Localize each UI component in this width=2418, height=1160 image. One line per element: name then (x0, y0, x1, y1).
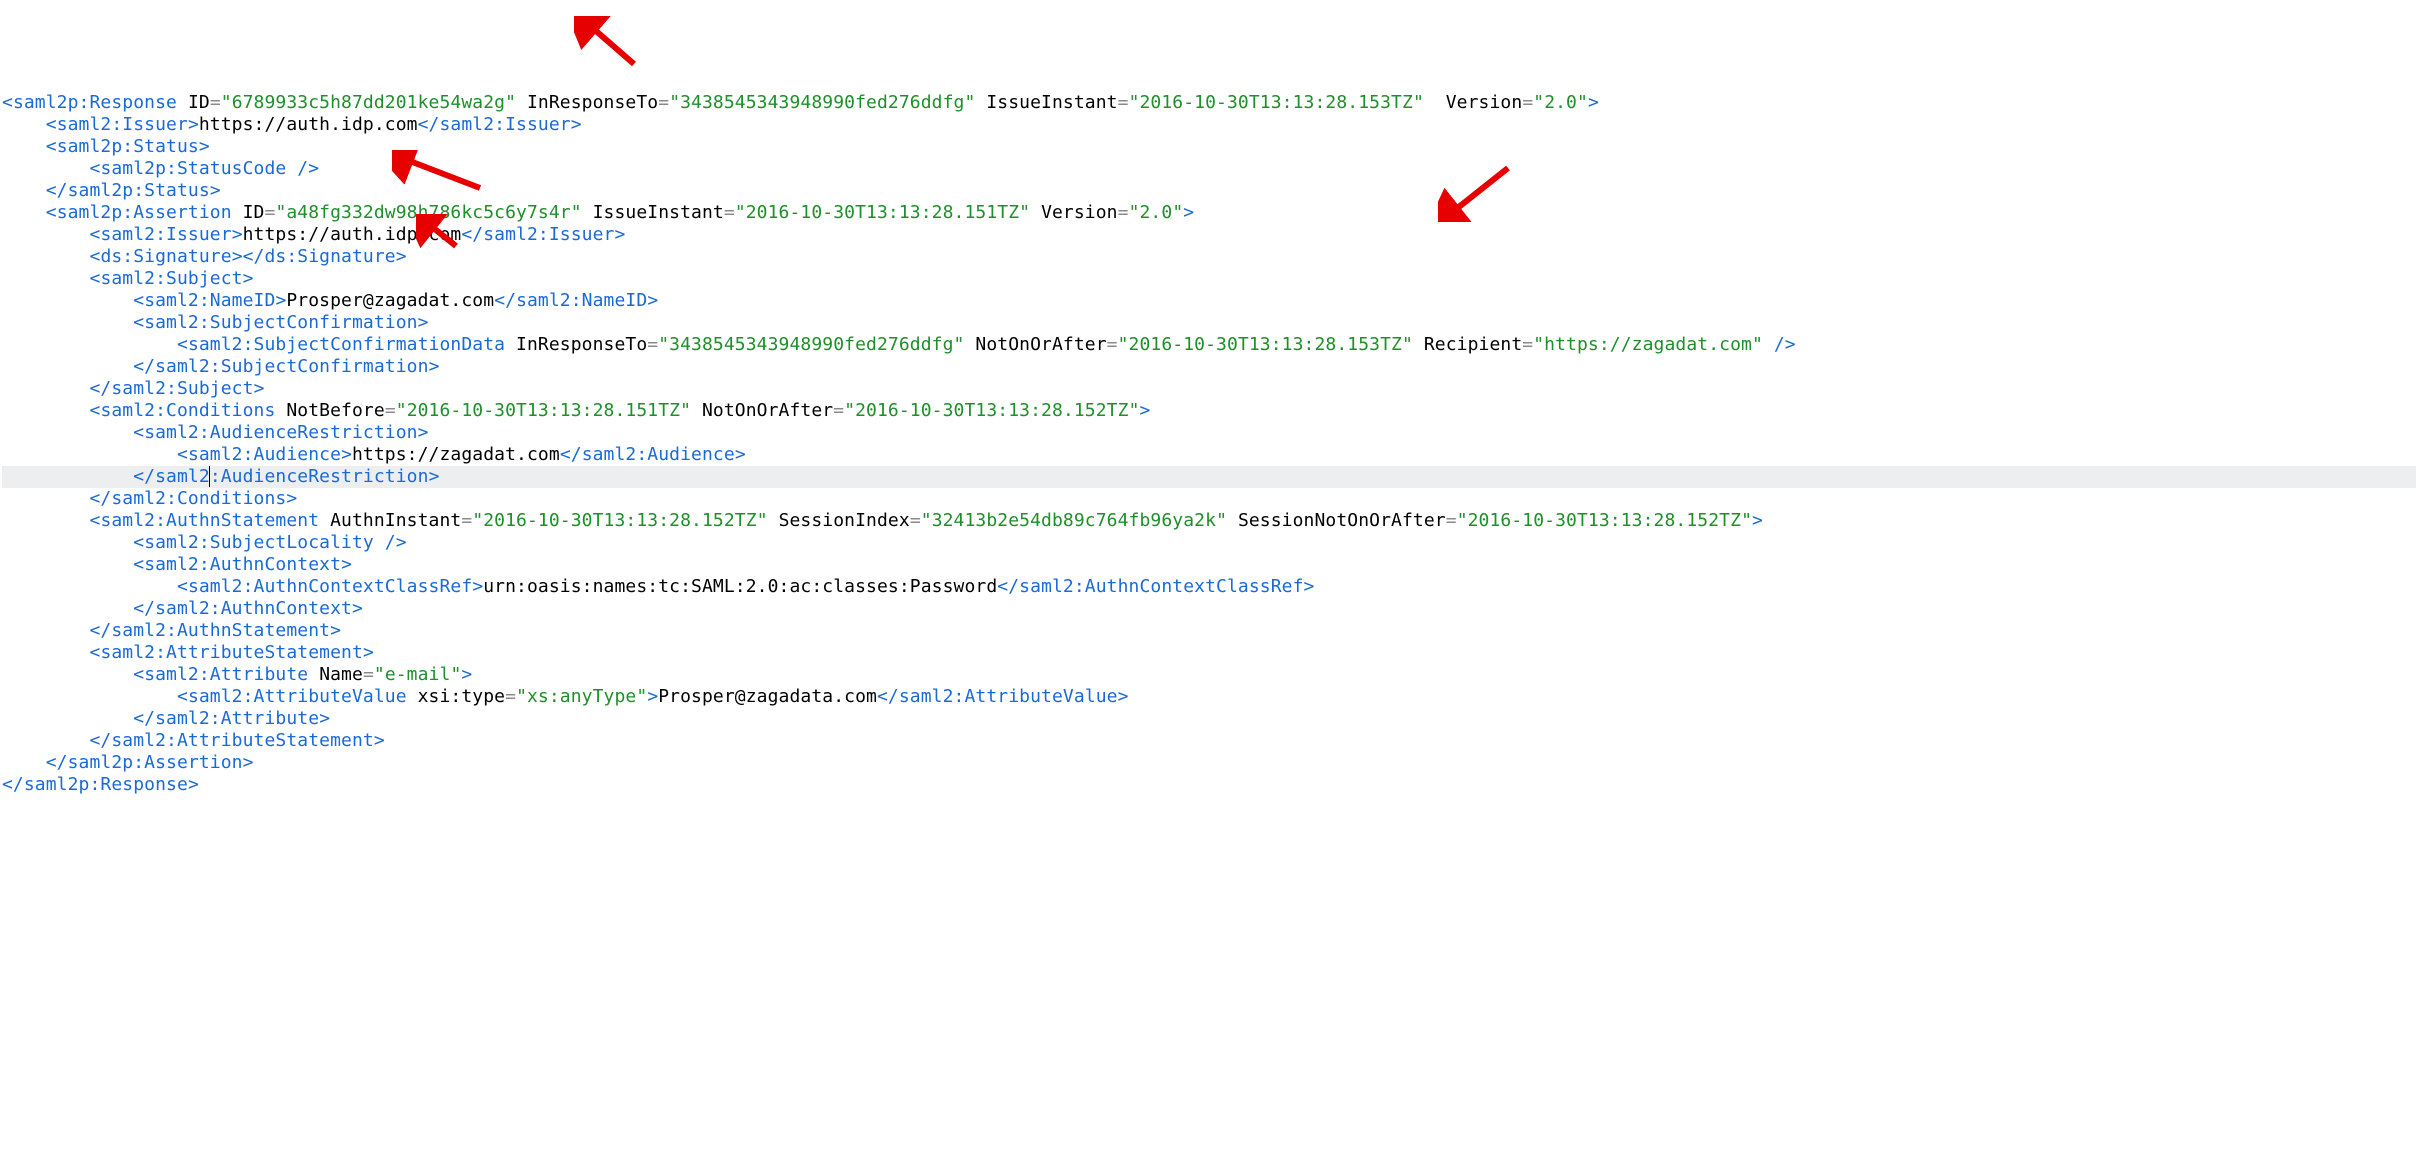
arrow-icon (574, 16, 644, 70)
highlighted-line: </saml2:AudienceRestriction> (2, 466, 2416, 488)
code-block: <saml2p:Response ID="6789933c5h87dd201ke… (2, 92, 2416, 796)
